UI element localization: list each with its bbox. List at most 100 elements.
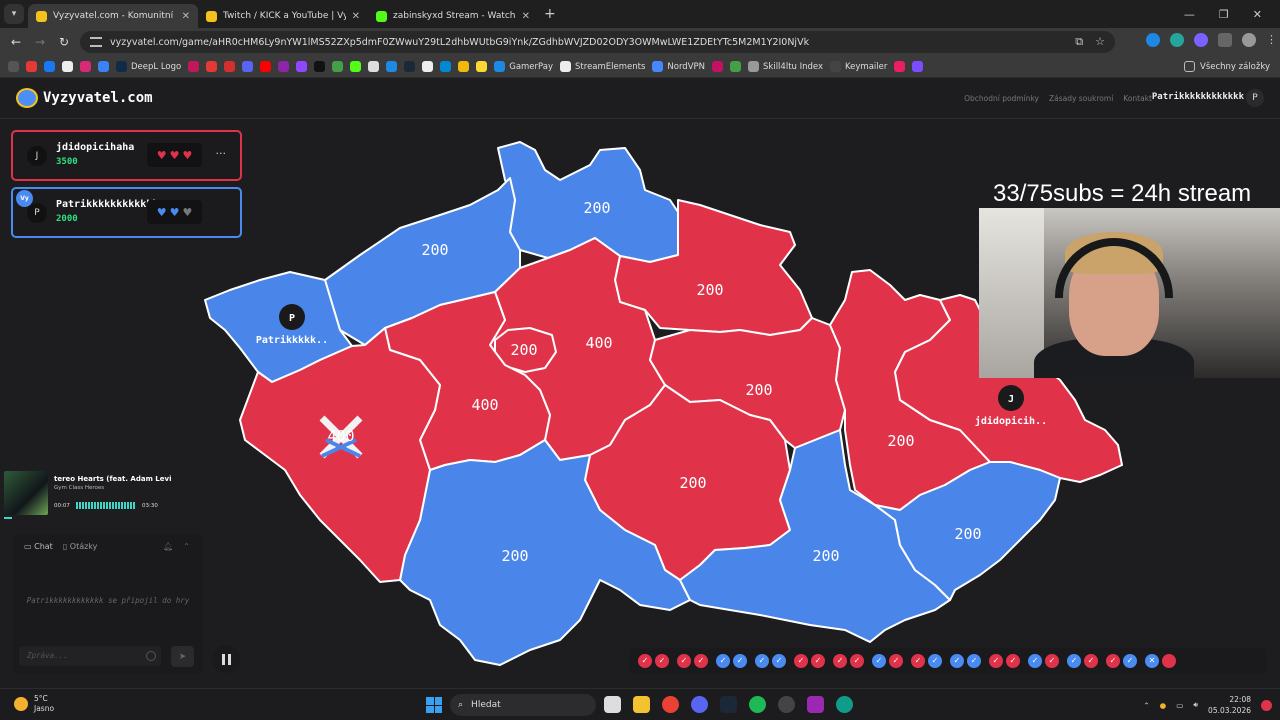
region-value-jihomoravsky: 200: [812, 547, 839, 565]
track-elapsed: 00:07: [54, 503, 70, 509]
music-widget: tereo Hearts (feat. Adam Levi Gym Class …: [2, 468, 171, 519]
send-button[interactable]: ➤: [171, 646, 194, 667]
weather-widget[interactable]: 5°C Jasno: [14, 694, 54, 714]
tab-questions[interactable]: ▯ Otázky: [63, 542, 98, 551]
round-check-icon: ✓: [655, 654, 669, 668]
emoji-icon[interactable]: [146, 651, 156, 661]
player-card-self[interactable]: Vy P Patrikkkkkkkkkkkk 2000 ♥ ♥ ♥: [11, 187, 242, 238]
round-check-icon: ✓: [1006, 654, 1020, 668]
webcam-overlay: [979, 208, 1280, 378]
round-pair: ✓ ✓: [989, 654, 1020, 668]
player-card-opponent[interactable]: J jdidopicihaha 3500 ♥ ♥ ♥ ···: [11, 130, 242, 181]
round-check-icon: ✓: [950, 654, 964, 668]
player-marker-label: Patrikkkkk..: [256, 334, 328, 346]
round-check-icon: ✓: [755, 654, 769, 668]
search-icon: ⌕: [458, 700, 464, 710]
windows-taskbar: 5°C Jasno ⌕ Hledat ⌃ ● ▭ 🔊︎ 22:08 05.03.202…: [0, 688, 1280, 720]
bell-icon[interactable]: 🔔︎: [163, 542, 173, 551]
tab-chat[interactable]: ▭ Chat: [24, 542, 53, 551]
player-lives: ♥ ♥ ♥: [147, 143, 202, 167]
region-value-vysocina: 200: [679, 474, 706, 492]
round-battle-icon: ✕: [1145, 654, 1159, 668]
mic-icon[interactable]: ●: [1160, 701, 1167, 710]
round-check-icon: ✓: [1028, 654, 1042, 668]
track-title: tereo Hearts (feat. Adam Levi: [54, 475, 172, 483]
more-options-icon[interactable]: ···: [216, 147, 227, 160]
round-check-icon: ✓: [889, 654, 903, 668]
round-pair: ✓ ✓: [872, 654, 903, 668]
round-check-icon: ✓: [1045, 654, 1059, 668]
clock[interactable]: 22:08 05.03.2026: [1208, 694, 1251, 716]
region-value-olomouc: 200: [887, 432, 914, 450]
round-check-icon: ✓: [1123, 654, 1137, 668]
round-pair: ✓ ✓: [911, 654, 942, 668]
round-current-dot: [1162, 654, 1176, 668]
album-art: [4, 471, 48, 515]
round-pair: ✓ ✓: [677, 654, 708, 668]
taskbar-search[interactable]: ⌕ Hledat: [450, 694, 596, 716]
player-score: 2000: [56, 214, 78, 224]
heart-icon: ♥: [156, 148, 167, 162]
chevron-up-icon[interactable]: ⌃: [183, 542, 190, 551]
round-pair: ✓ ✓: [1028, 654, 1059, 668]
heart-icon: ♥: [169, 148, 180, 162]
region-value-hradec: 200: [696, 281, 723, 299]
round-check-icon: ✓: [811, 654, 825, 668]
weather-sun-icon: [14, 697, 28, 711]
chevron-up-icon[interactable]: ⌃: [1143, 701, 1149, 710]
round-check-icon: ✓: [638, 654, 652, 668]
round-check-icon: ✓: [772, 654, 786, 668]
region-value-usti: 200: [421, 241, 448, 259]
chat-system-message: Patrikkkkkkkkkkkk se připojil do hry: [26, 596, 190, 605]
taskbar-apps: [604, 696, 853, 713]
round-check-icon: ✓: [1067, 654, 1081, 668]
region-value-praha: 200: [510, 341, 537, 359]
network-icon[interactable]: ▭: [1176, 701, 1183, 710]
heart-icon: ♥: [182, 148, 193, 162]
round-pair: ✓ ✓: [638, 654, 669, 668]
chat-tabs: ▭ Chat ▯ Otázky: [24, 542, 97, 551]
round-check-icon: ✓: [794, 654, 808, 668]
round-check-icon: ✓: [911, 654, 925, 668]
player-name: Patrikkkkkkkkkkkk: [56, 199, 159, 210]
round-pair: ✓ ✓: [794, 654, 825, 668]
windows-start-icon[interactable]: [426, 697, 442, 713]
audio-waveform: [76, 502, 136, 509]
task-view-icon[interactable]: [604, 696, 621, 713]
steam-icon[interactable]: [720, 696, 737, 713]
round-check-icon: ✓: [928, 654, 942, 668]
edge-icon[interactable]: [836, 696, 853, 713]
discord-icon[interactable]: [691, 696, 708, 713]
file-explorer-icon[interactable]: [633, 696, 650, 713]
chat-input[interactable]: Zpráva...: [19, 646, 161, 666]
region-value-plzen: 400: [471, 396, 498, 414]
system-tray: ⌃ ● ▭ 🔊︎ 22:08 05.03.2026: [1143, 694, 1272, 716]
round-check-icon: ✓: [694, 654, 708, 668]
heart-empty-icon: ♥: [182, 205, 193, 219]
round-pair: ✓ ✓: [716, 654, 747, 668]
spotify-icon[interactable]: [749, 696, 766, 713]
player-score: 3500: [56, 157, 78, 167]
round-check-icon: ✓: [733, 654, 747, 668]
subs-goal-text: 33/75subs = 24h stream: [993, 180, 1252, 207]
player-name: jdidopicihaha: [56, 142, 135, 153]
recording-indicator-icon: [1261, 699, 1272, 711]
player-marker-label: jdidopicih..: [975, 415, 1047, 427]
round-check-icon: ✓: [677, 654, 691, 668]
track-duration: 03:30: [142, 503, 158, 509]
chrome-icon[interactable]: [662, 696, 679, 713]
chat-panel: ▭ Chat ▯ Otázky 🔔︎ ⌃ Patrikkkkkkkkkkkk s…: [14, 534, 202, 674]
round-pair: ✓ ✓: [1067, 654, 1098, 668]
round-history: ✓ ✓ ✓ ✓ ✓ ✓ ✓ ✓ ✓ ✓ ✓ ✓ ✓ ✓ ✓ ✓ ✓ ✓ ✓ ✓ ✓ ✓ ✓ ✓ ✓ ✓ ✕: [630, 648, 1266, 674]
app-icon[interactable]: [807, 696, 824, 713]
round-check-icon: ✓: [1106, 654, 1120, 668]
round-pair: ✓ ✓: [950, 654, 981, 668]
background-shelf: [979, 208, 1044, 378]
obs-icon[interactable]: [778, 696, 795, 713]
round-pair: ✕: [1145, 654, 1176, 668]
pause-button[interactable]: [212, 645, 240, 673]
round-check-icon: ✓: [833, 654, 847, 668]
player-marker-initial: J: [1008, 394, 1014, 405]
round-check-icon: ✓: [989, 654, 1003, 668]
volume-icon[interactable]: 🔊︎: [1193, 700, 1198, 710]
